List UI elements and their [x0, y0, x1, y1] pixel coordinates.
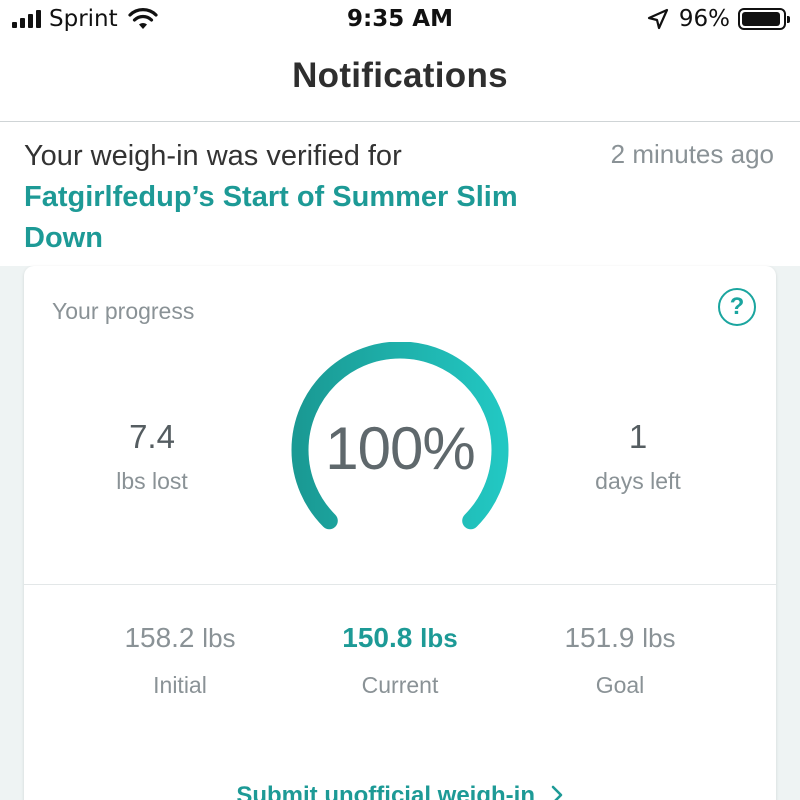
status-right: 96% — [647, 4, 790, 34]
navigation-bar: Notifications — [0, 38, 800, 122]
location-arrow-icon — [647, 8, 668, 30]
days-left-label: days left — [595, 468, 681, 494]
progress-card: Your progress ? 7.4 lbs lost 100% 1 days… — [24, 266, 776, 800]
question-circle-icon[interactable]: ? — [718, 288, 756, 326]
battery-percent: 96% — [678, 6, 730, 32]
days-left-stat: 1 days left — [548, 418, 728, 495]
status-bar: Sprint 9:35 AM 96% — [0, 0, 800, 38]
current-weight: 150.8 lbs Current — [300, 622, 500, 699]
notification-message: Your weigh-in was verified for — [24, 140, 402, 172]
goal-weight-label: Goal — [595, 672, 645, 698]
current-weight-label: Current — [361, 672, 439, 698]
divider — [24, 584, 776, 585]
chevron-right-icon — [551, 785, 562, 800]
goal-weight: 151.9 lbs Goal — [520, 622, 720, 699]
battery-fill — [742, 12, 781, 26]
submit-weigh-in-label: Submit unofficial weigh-in — [236, 782, 535, 800]
initial-weight-value: 158.2 lbs — [124, 622, 236, 653]
days-left-value: 1 — [628, 418, 648, 455]
challenge-link[interactable]: Fatgirlfedup’s Start of Summer Slim Down — [24, 181, 518, 254]
lbs-lost-value: 7.4 — [129, 418, 175, 455]
notification-text: Your weigh-in was verified for Fatgirlfe… — [24, 136, 584, 259]
lbs-lost-stat: 7.4 lbs lost — [62, 418, 242, 495]
initial-weight-label: Initial — [153, 672, 207, 698]
battery-icon — [738, 8, 790, 30]
progress-percent: 100% — [325, 415, 475, 482]
progress-label: Your progress — [52, 298, 195, 324]
initial-weight: 158.2 lbs Initial — [80, 622, 280, 699]
current-weight-value: 150.8 lbs — [342, 622, 458, 653]
submit-weigh-in-link[interactable]: Submit unofficial weigh-in — [24, 782, 776, 800]
notification-item[interactable]: Your weigh-in was verified for Fatgirlfe… — [0, 122, 800, 266]
page-title: Notifications — [292, 56, 508, 95]
notification-timestamp: 2 minutes ago — [610, 139, 774, 169]
lbs-lost-label: lbs lost — [116, 468, 188, 494]
goal-weight-value: 151.9 lbs — [564, 622, 676, 653]
